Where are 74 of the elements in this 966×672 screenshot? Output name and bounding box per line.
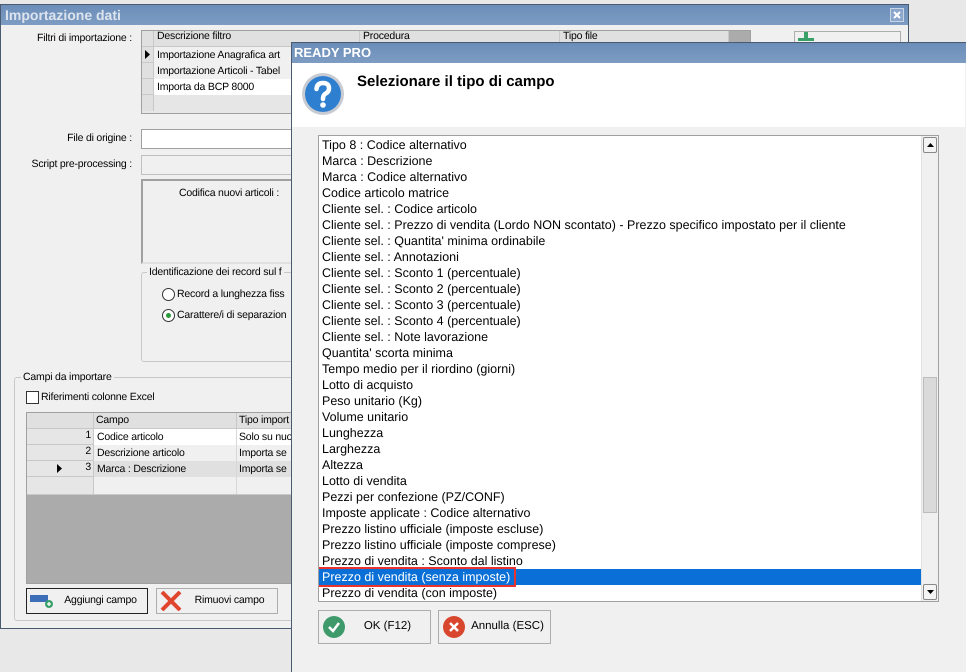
list-item[interactable]: Tempo medio per il riordino (giorni) bbox=[319, 361, 921, 377]
radio-button[interactable] bbox=[162, 309, 175, 322]
column-header[interactable]: Descrizione filtro bbox=[154, 31, 360, 47]
table-cell: Importa se bbox=[239, 446, 287, 459]
up-arrow-icon bbox=[926, 143, 934, 147]
plus-icon bbox=[798, 32, 814, 41]
list-item[interactable]: Lunghezza bbox=[319, 425, 921, 441]
checkbox-label: Riferimenti colonne Excel bbox=[41, 390, 154, 405]
checkbox[interactable] bbox=[26, 391, 39, 404]
scroll-up-button[interactable] bbox=[923, 137, 937, 153]
ok-button[interactable]: OK (F12) bbox=[318, 610, 431, 644]
row-header-cell[interactable]: 1 bbox=[27, 428, 94, 445]
list-item[interactable]: Cliente sel. : Codice articolo bbox=[319, 201, 921, 217]
cancel-button[interactable]: Annulla (ESC) bbox=[438, 610, 551, 644]
list-item[interactable]: Cliente sel. : Sconto 1 (percentuale) bbox=[319, 265, 921, 281]
scroll-down-button[interactable] bbox=[923, 584, 937, 600]
add-field-button[interactable]: Aggiungi campo bbox=[26, 588, 148, 614]
field-label: Script pre-processing : bbox=[30, 157, 132, 172]
list-item[interactable]: Marca : Codice alternativo bbox=[319, 169, 921, 185]
question-icon bbox=[301, 72, 345, 116]
check-icon bbox=[323, 616, 345, 638]
list-item[interactable]: Imposte applicate : Codice alternativo bbox=[319, 505, 921, 521]
list-item[interactable]: Cliente sel. : Annotazioni bbox=[319, 249, 921, 265]
list-item[interactable]: Volume unitario bbox=[319, 409, 921, 425]
list-item[interactable]: Prezzo listino ufficiale (imposte comprese) bbox=[319, 537, 921, 553]
table-cell: Importa se bbox=[239, 462, 287, 475]
table-cell: Importazione Articoli - Tabel bbox=[157, 65, 280, 77]
list-item[interactable]: Cliente sel. : Sconto 2 (percentuale) bbox=[319, 281, 921, 297]
scrollbar[interactable] bbox=[921, 136, 938, 601]
remove-field-button[interactable]: Rimuovi campo bbox=[156, 588, 278, 614]
list-item[interactable]: Pezzi per confezione (PZ/CONF) bbox=[319, 489, 921, 505]
close-icon bbox=[893, 11, 901, 19]
list-item[interactable]: Prezzo listino ufficiale (imposte escluse) bbox=[319, 521, 921, 537]
table-cell: Importazione Anagrafica art bbox=[157, 49, 280, 61]
row-number: 3 bbox=[85, 460, 91, 476]
row-number: 1 bbox=[85, 428, 91, 444]
list-item[interactable]: Cliente sel. : Prezzo di vendita (Lordo NON scontato) - Prezzo specifico impostato per il cliente bbox=[319, 217, 921, 233]
list-item[interactable]: Quantita' scorta minima bbox=[319, 345, 921, 361]
list-item[interactable]: Lotto di vendita bbox=[319, 473, 921, 489]
dialog-title: READY PRO bbox=[294, 44, 372, 62]
list-item[interactable]: Cliente sel. : Quantita' minima ordinabile bbox=[319, 233, 921, 249]
field-label: Filtri di importazione : bbox=[36, 31, 132, 46]
radio-label: Carattere/i di separazion bbox=[177, 308, 286, 323]
list-item[interactable]: Cliente sel. : Note lavorazione bbox=[319, 329, 921, 345]
remove-icon bbox=[160, 590, 182, 611]
row-header-cell[interactable]: 2 bbox=[27, 444, 94, 461]
list-item[interactable]: Codice articolo matrice bbox=[319, 185, 921, 201]
row-pointer-icon bbox=[57, 464, 62, 473]
list-item[interactable]: Larghezza bbox=[319, 441, 921, 457]
list-item[interactable]: Lotto di acquisto bbox=[319, 377, 921, 393]
list-item[interactable]: Cliente sel. : Sconto 3 (percentuale) bbox=[319, 297, 921, 313]
row-header-cell[interactable]: 3 bbox=[27, 460, 94, 477]
list-item[interactable]: Altezza bbox=[319, 457, 921, 473]
radio-button[interactable] bbox=[162, 288, 175, 302]
list-item[interactable]: Prezzo di vendita : Sconto dal listino bbox=[319, 553, 921, 569]
row-number: 2 bbox=[85, 444, 91, 460]
dialog-prompt: Selezionare il tipo di campo bbox=[357, 72, 555, 92]
list-item[interactable]: Peso unitario (Kg) bbox=[319, 393, 921, 409]
cancel-icon bbox=[443, 616, 465, 638]
radio-label: Record a lunghezza fiss bbox=[177, 287, 284, 302]
field-label: File di origine : bbox=[66, 131, 132, 146]
list-item[interactable]: Prezzo di vendita (senza imposte) bbox=[319, 569, 921, 585]
table-cell: Importa da BCP 8000 bbox=[157, 81, 254, 93]
down-arrow-icon bbox=[926, 590, 934, 594]
list-item[interactable]: Tipo 8 : Codice alternativo bbox=[319, 137, 921, 153]
window-title: Importazione dati bbox=[5, 6, 121, 25]
list-item[interactable]: Cliente sel. : Sconto 4 (percentuale) bbox=[319, 313, 921, 329]
scroll-thumb[interactable] bbox=[923, 377, 937, 513]
field-label: Codifica nuovi articoli : bbox=[179, 187, 280, 199]
list-item[interactable]: Marca : Descrizione bbox=[319, 153, 921, 169]
list-item[interactable]: Prezzo di vendita (con imposte) bbox=[319, 585, 921, 601]
row-pointer-icon bbox=[145, 50, 150, 59]
add-field-icon bbox=[30, 592, 54, 609]
row-indicator[interactable] bbox=[142, 47, 154, 63]
